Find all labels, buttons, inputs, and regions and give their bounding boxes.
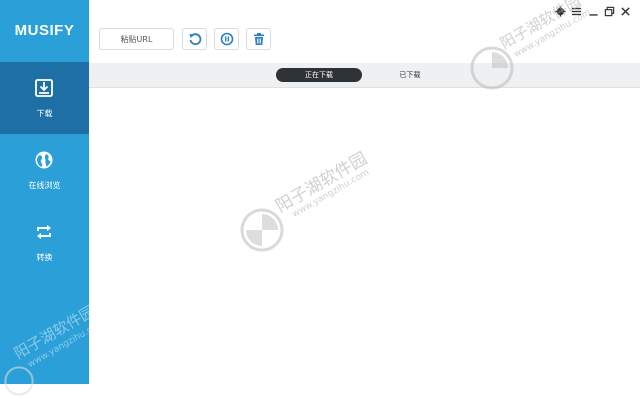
globe-icon [35,151,53,169]
sidebar-item-label: 在线浏览 [28,181,61,190]
sidebar-item-download[interactable]: 下载 [0,62,89,134]
restore-icon[interactable] [604,6,615,17]
sidebar: MUSIFY 下载 在线浏览 转换 [0,0,89,384]
gear-icon[interactable] [555,6,566,17]
download-list-area [89,88,640,384]
refresh-button[interactable] [182,28,207,50]
pause-button[interactable] [214,28,239,50]
menu-icon[interactable] [571,6,582,17]
tab-bar: 正在下载 已下载 [89,63,640,88]
paste-url-button[interactable]: 粘贴URL [99,28,174,50]
convert-icon [37,225,51,239]
sidebar-item-online-browse[interactable]: 在线浏览 [0,134,89,206]
tab-downloading[interactable]: 正在下载 [276,68,362,82]
sidebar-item-label: 转换 [36,253,53,262]
sidebar-item-convert[interactable]: 转换 [0,206,89,278]
trash-icon [254,33,264,45]
sidebar-item-label: 下载 [36,109,53,118]
pause-icon [220,32,234,46]
delete-button[interactable] [246,28,271,50]
download-icon [35,79,53,97]
toolbar: 粘贴URL [89,0,640,63]
app-title: MUSIFY [14,22,75,39]
close-icon[interactable] [620,6,631,17]
tab-downloaded[interactable]: 已下载 [372,68,448,82]
refresh-icon [189,33,202,46]
minimize-icon[interactable] [588,6,599,17]
